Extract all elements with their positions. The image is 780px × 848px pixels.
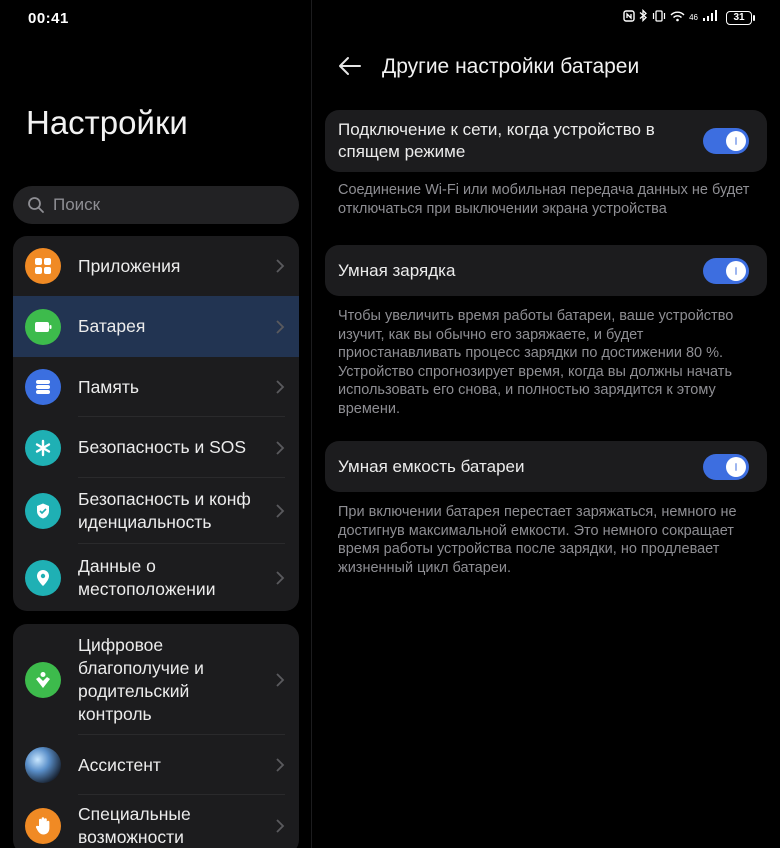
- chevron-right-icon: [276, 819, 285, 833]
- chevron-right-icon: [276, 570, 285, 585]
- setting-label: Умная зарядка: [338, 260, 456, 280]
- sidebar-item-label: Цифровое благополучие и родительский кон…: [78, 634, 204, 724]
- search-input[interactable]: Поиск: [13, 186, 299, 224]
- setting-label: Умная емкость батареи: [338, 456, 525, 476]
- settings-group-main: Приложения Батарея Память Безопасность и…: [13, 236, 299, 611]
- sidebar-item-accessibility[interactable]: Специальные возможности: [13, 795, 299, 848]
- setting-description: Чтобы увеличить время работы батареи, ва…: [338, 308, 734, 417]
- sidebar-item-location[interactable]: Данные о местоположении: [13, 544, 299, 611]
- battery-icon: [25, 308, 61, 345]
- storage-icon: [25, 369, 61, 405]
- sidebar-item-storage[interactable]: Память: [13, 357, 299, 417]
- chevron-right-icon: [276, 440, 285, 455]
- shield-icon: [25, 493, 61, 529]
- network-type: 46: [689, 12, 698, 22]
- chevron-right-icon: [276, 504, 285, 518]
- toggle-knob: [726, 131, 746, 151]
- setting-label: Подключение к сети, когда устройство в с…: [338, 120, 655, 161]
- chevron-right-icon: [276, 672, 285, 687]
- chevron-right-icon: [276, 259, 285, 273]
- search-icon: [28, 197, 44, 213]
- vibrate-icon: [652, 9, 666, 26]
- location-icon: [25, 559, 61, 596]
- sidebar-item-battery[interactable]: Батарея: [13, 296, 299, 357]
- nfc-icon: [623, 9, 635, 26]
- sidebar-item-label: Безопасность и SOS: [78, 437, 247, 457]
- settings-sidebar: Настройки Поиск Приложения Батарея Памят…: [0, 0, 311, 848]
- sidebar-item-privacy[interactable]: Безопасность и конфиденциальность: [13, 478, 299, 544]
- sidebar-item-label: Батарея: [78, 316, 146, 336]
- chevron-right-icon: [276, 319, 285, 334]
- sidebar-item-label: Данные о местоположении: [78, 555, 216, 599]
- sidebar-item-label: Безопасность и конфиденциальность: [78, 489, 251, 532]
- battery-indicator: 31: [726, 10, 755, 25]
- search-placeholder: Поиск: [53, 195, 101, 214]
- back-arrow-icon[interactable]: [338, 54, 362, 78]
- settings-group-secondary: Цифровое благополучие и родительский кон…: [13, 624, 299, 848]
- sidebar-item-label: Память: [78, 376, 139, 397]
- setting-network-sleep[interactable]: Подключение к сети, когда устройство в с…: [325, 110, 767, 172]
- hand-icon: [25, 808, 61, 844]
- sidebar-item-label: Специальные возможности: [78, 804, 191, 847]
- setting-description: При включении батарея перестает заряжать…: [338, 504, 737, 576]
- signal-icon: [702, 9, 718, 26]
- sidebar-item-assistant[interactable]: Ассистент: [13, 735, 299, 795]
- chevron-right-icon: [276, 380, 285, 394]
- setting-description: Соединение Wi-Fi или мобильная передача …: [338, 182, 750, 217]
- setting-smart-charging[interactable]: Умная зарядка: [325, 245, 767, 296]
- chevron-right-icon: [276, 758, 285, 772]
- sidebar-item-label: Приложения: [78, 255, 181, 276]
- smart-capacity-toggle[interactable]: [703, 453, 749, 480]
- wellbeing-icon: [25, 661, 61, 698]
- bluetooth-icon: [639, 8, 648, 26]
- sidebar-item-security-sos[interactable]: Безопасность и SOS: [13, 417, 299, 478]
- page-title: Настройки: [26, 104, 188, 141]
- assistant-icon: [25, 747, 61, 783]
- apps-icon: [25, 248, 61, 284]
- smart-charging-toggle[interactable]: [703, 257, 749, 284]
- sidebar-item-label: Ассистент: [78, 754, 161, 775]
- detail-title: Другие настройки батареи: [382, 55, 640, 78]
- sidebar-item-apps[interactable]: Приложения: [13, 236, 299, 296]
- sidebar-item-wellbeing[interactable]: Цифровое благополучие и родительский кон…: [13, 624, 299, 735]
- toggle-knob: [726, 260, 746, 281]
- network-sleep-toggle[interactable]: [703, 128, 749, 154]
- asterisk-icon: [25, 429, 61, 466]
- setting-smart-capacity[interactable]: Умная емкость батареи: [325, 441, 767, 492]
- panel-divider: [311, 0, 312, 848]
- status-icons: 46 31: [623, 8, 755, 26]
- wifi-icon: [670, 10, 685, 26]
- toggle-knob: [726, 456, 746, 477]
